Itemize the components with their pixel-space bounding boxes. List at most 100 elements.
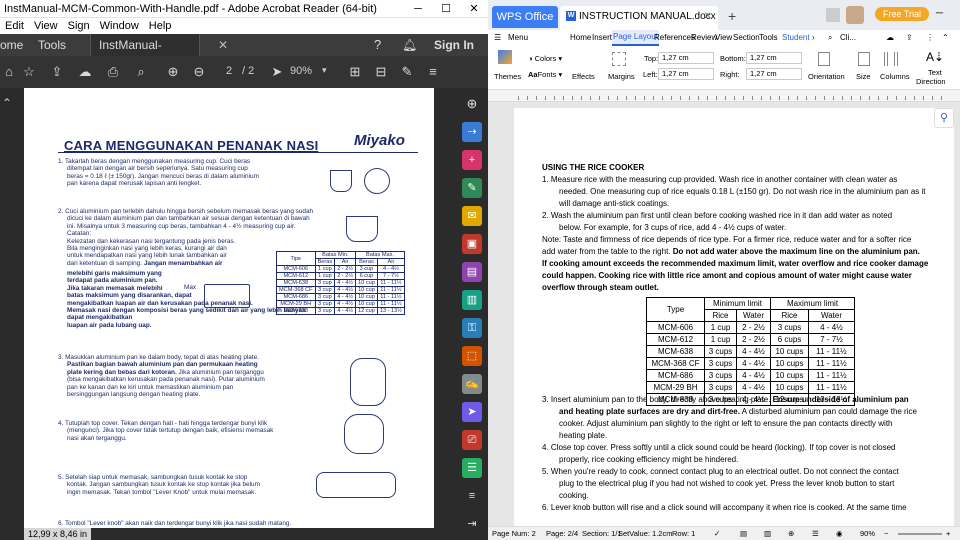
protect-icon[interactable]: ⚿ [462,318,482,338]
close-tab-icon[interactable]: ✕ [704,6,712,28]
cloud-icon[interactable]: ☁ [76,63,94,81]
export-pdf-icon[interactable]: ⇢ [462,122,482,142]
themes-icon[interactable] [498,50,512,64]
themes-button[interactable]: Themes [494,72,521,81]
zoom-slider[interactable] [898,533,942,535]
bell-icon[interactable]: 🔔︎ [402,34,417,56]
new-tab-icon[interactable]: + [728,8,736,24]
size-button[interactable]: Size [856,72,871,81]
avatar[interactable] [846,6,864,24]
more-icon[interactable]: ⋮ [926,30,934,46]
create-pdf-icon[interactable]: + [462,150,482,170]
eye-protect-icon[interactable]: ◉ [836,527,843,540]
outline-icon[interactable]: ☰ [812,527,819,540]
upload-icon[interactable]: ⇪ [48,63,66,81]
read-mode-icon[interactable]: ▥ [764,527,771,540]
bottom-margin-input[interactable]: 1,27 cm [746,52,802,64]
page-up-icon[interactable]: ⊕ [164,63,182,81]
menu-button[interactable]: Menu [508,30,528,46]
document-page[interactable]: USING THE RICE COOKER 1. Measure rice wi… [514,108,954,526]
columns-icon[interactable] [884,52,898,66]
organize-pages-icon[interactable]: ▤ [462,262,482,282]
ribbon-tab-home[interactable]: Home [570,30,591,46]
top-margin-input[interactable]: 1,27 cm [658,52,714,64]
orientation-icon[interactable] [818,52,830,66]
edit-pdf-icon[interactable]: ✎ [462,178,482,198]
select-arrow-icon[interactable]: ➤ [268,63,286,81]
more-tabs-icon[interactable]: › [812,30,815,46]
fonts-button[interactable]: AaFonts ▾ [528,70,562,79]
scan-ocr-icon[interactable]: ⎚ [462,430,482,450]
zoom-value[interactable]: 90% [860,527,875,540]
prepare-form-icon[interactable]: ☰ [462,458,482,478]
zoom-out-icon[interactable]: − [884,527,888,540]
help-icon[interactable]: ? [374,34,381,56]
menu-view[interactable]: View [29,18,63,34]
ribbon-tab-insert[interactable]: Insert [592,30,612,46]
right-margin-input[interactable]: 1,27 cm [746,68,802,80]
location-pin-icon[interactable]: ⚲ [934,108,954,128]
fill-sign-icon[interactable]: ✍ [462,374,482,394]
print-icon[interactable]: ⎙ [104,63,122,81]
collapse-ribbon-icon[interactable]: ⌃ [942,30,949,46]
margins-button[interactable]: Margins [608,72,635,81]
orientation-button[interactable]: Orientation [808,72,845,81]
collapse-pane-icon[interactable]: ⇥ [462,514,482,534]
search-icon[interactable]: ⌕ [828,30,832,46]
zoom-value[interactable]: 90% [290,65,312,77]
tab-close-icon[interactable]: ✕ [218,34,228,56]
menu-edit[interactable]: Edit [0,18,29,34]
view-mode-icon[interactable]: ▤ [740,527,747,540]
minimize-icon[interactable]: ─ [936,8,943,19]
ribbon-tab-tools[interactable]: Tools [759,30,778,46]
ribbon-tab-review[interactable]: Review [691,30,717,46]
share-icon[interactable]: ⇪ [906,30,913,46]
effects-button[interactable]: Effects [572,72,595,81]
margins-icon[interactable] [612,52,626,66]
horizontal-ruler[interactable] [488,90,960,102]
zoom-in-icon[interactable]: + [946,527,950,540]
size-icon[interactable] [858,52,870,66]
page-number-input[interactable]: 2 [226,65,232,77]
compress-icon[interactable]: ⬚ [462,346,482,366]
search-field[interactable]: Cli... [840,30,856,46]
tab-document[interactable]: W INSTRUCTION MANUAL.docx ✕ [560,6,718,30]
columns-button[interactable]: Columns [880,72,910,81]
sidebar-toggle-icon[interactable]: ⌃ [2,96,12,110]
comment-icon[interactable]: ✎ [398,63,416,81]
star-icon[interactable]: ☆ [20,63,38,81]
redact-icon[interactable]: ▥ [462,290,482,310]
search-icon[interactable]: ⌕ [132,63,150,81]
ribbon-tab-view[interactable]: View [715,30,732,46]
fit-page-icon[interactable]: ⊞ [346,63,364,81]
close-icon[interactable]: ✕ [460,0,488,17]
ribbon-tab-references[interactable]: References [654,30,695,46]
send-for-signature-icon[interactable]: ➤ [462,402,482,422]
left-margin-input[interactable]: 1,27 cm [658,68,714,80]
tab-home[interactable]: ome [0,34,23,56]
combine-files-icon[interactable]: ▣ [462,234,482,254]
home-icon[interactable]: ⌂ [0,63,18,81]
ribbon-tab-student[interactable]: Student [782,30,810,46]
tab-tools[interactable]: Tools [38,34,66,56]
text-direction-button[interactable]: Text Direction [916,68,946,86]
zoom-dropdown-icon[interactable]: ▾ [322,65,327,76]
more-icon[interactable]: ≡ [462,486,482,506]
page-down-icon[interactable]: ⊖ [190,63,208,81]
maximize-icon[interactable]: ☐ [432,0,460,17]
menu-sign[interactable]: Sign [63,18,95,34]
scroll-mode-icon[interactable]: ⊟ [372,63,390,81]
minimize-icon[interactable]: ─ [404,0,432,17]
text-direction-icon[interactable]: A⇣ [926,50,944,64]
layout-icon[interactable] [826,8,840,22]
tab-wps-office[interactable]: WPS Office [492,6,558,28]
free-trial-button[interactable]: Free Trial [875,7,929,21]
web-layout-icon[interactable]: ⊕ [788,527,794,540]
spell-check-icon[interactable]: ✓ [714,527,720,540]
colors-button[interactable]: ◑ Colors ▾ [528,54,562,63]
sign-in-button[interactable]: Sign In [434,34,474,56]
comment-tool-icon[interactable]: ✉ [462,206,482,226]
more-tools-icon[interactable]: ≡ [424,63,442,81]
menu-icon[interactable]: ☰ [494,30,501,46]
menu-help[interactable]: Help [144,18,177,34]
